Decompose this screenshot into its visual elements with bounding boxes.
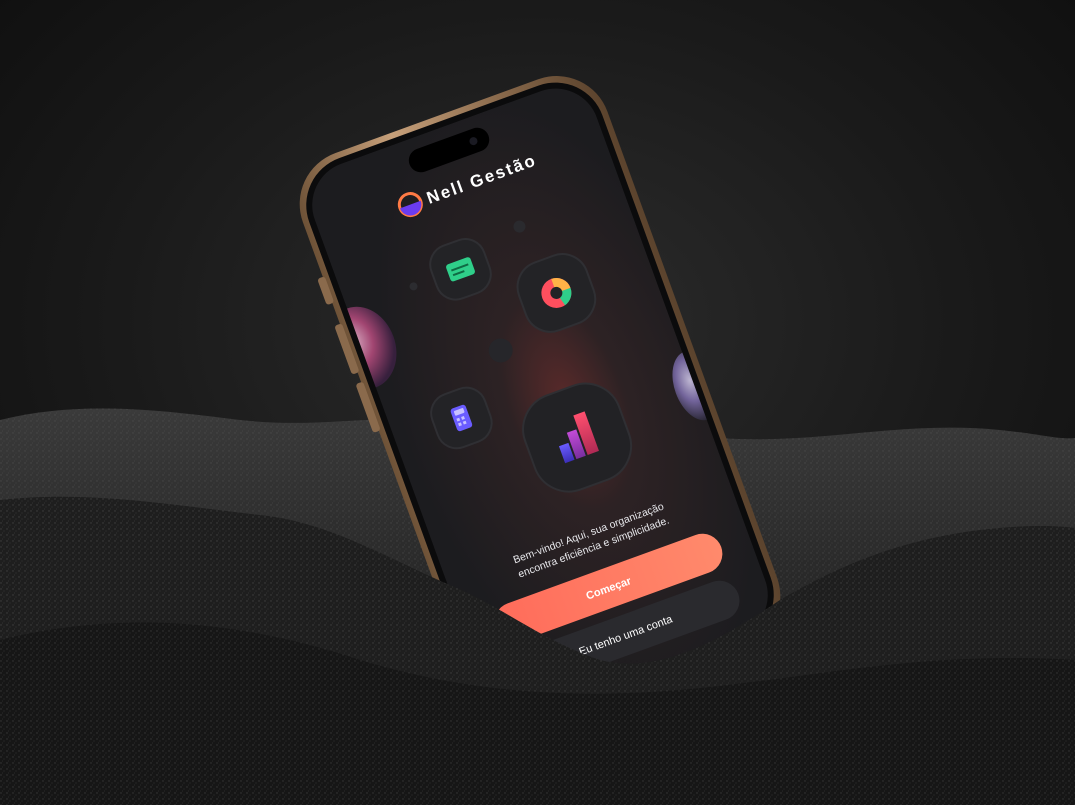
mockup-scene: Nell Gestão Bem-vindo! Aqui, sua organiz… <box>0 0 1075 805</box>
